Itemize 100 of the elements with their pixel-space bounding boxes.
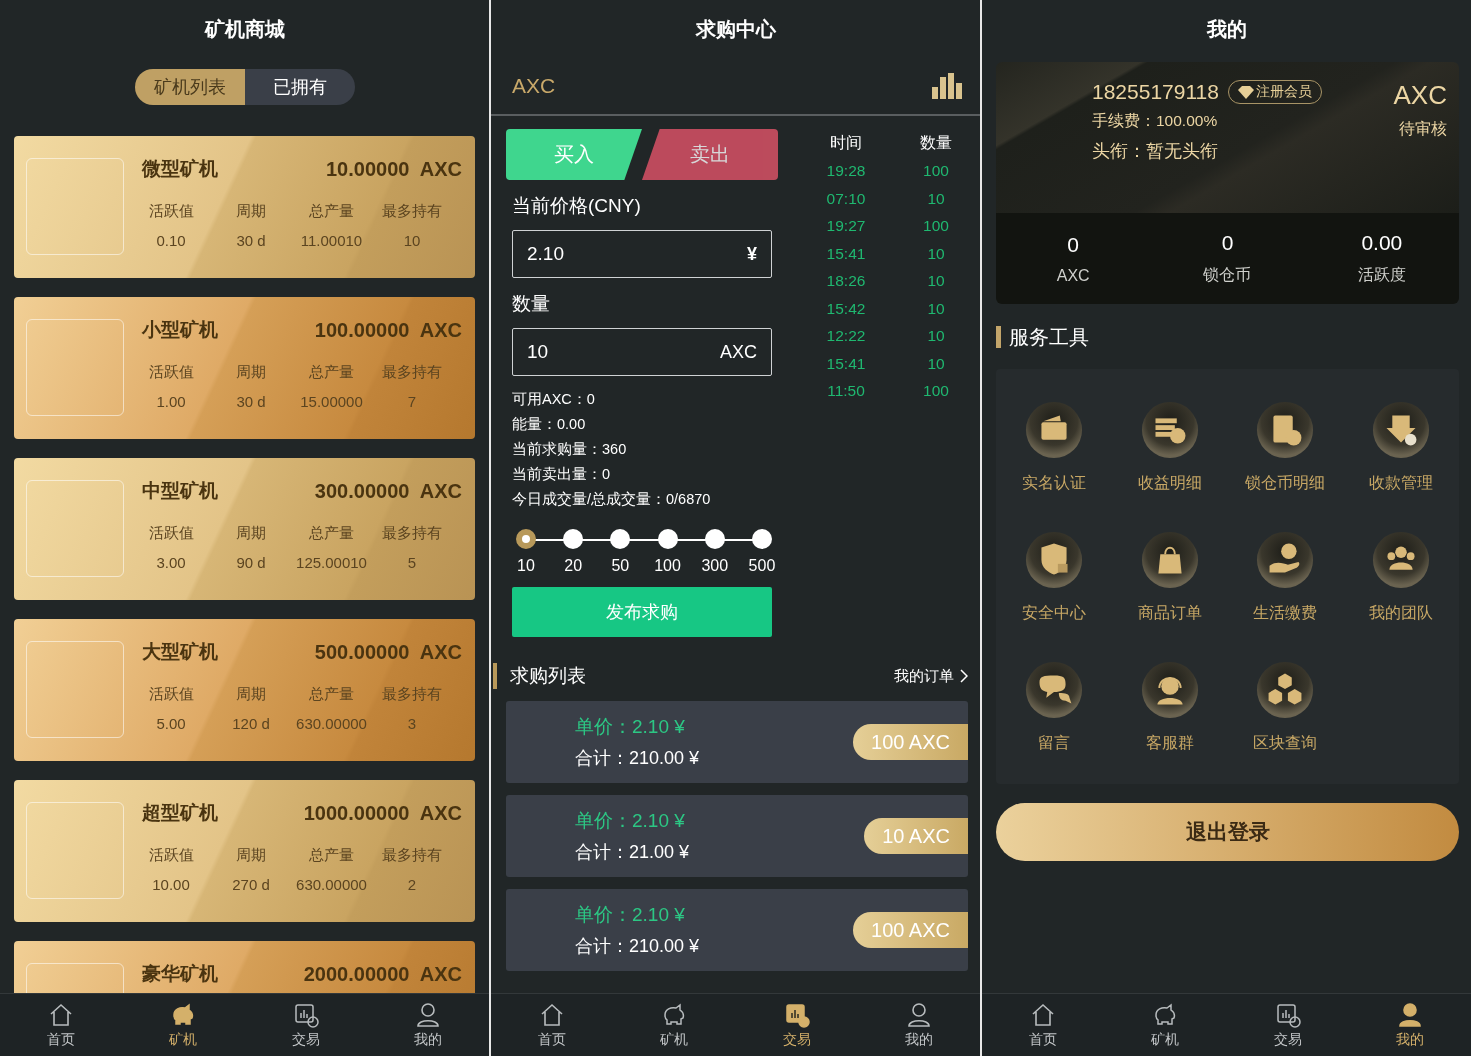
stat-value: 2 [406, 876, 418, 893]
nav-item[interactable]: 我的 [366, 994, 489, 1056]
stat-value: 0.10 [155, 232, 187, 249]
amount-field[interactable]: 10 AXC [512, 328, 772, 376]
section-title: 服务工具 [996, 326, 1089, 348]
tool-item[interactable]: 实名认证 [996, 401, 1112, 496]
table-cell-text: 100 [922, 161, 950, 181]
stat-value: 5 [406, 554, 418, 571]
stat-label: 最多持有 [381, 685, 443, 704]
order-total: 合计：21.00 ¥ [575, 841, 690, 864]
stat-label: 最多持有 [381, 363, 443, 382]
tool-item[interactable]: 安全中心 [996, 531, 1112, 626]
machine-card[interactable]: 大型矿机 500.00000 AXC 活跃值 周期 总产量 最多持有 5.00 120 d 630.00000 3 [14, 619, 475, 761]
bar-chart-icon[interactable] [932, 73, 962, 99]
machine-price: 10.00000 AXC [326, 157, 462, 181]
tool-item[interactable]: 留言 [996, 661, 1112, 756]
table-cell-text: 10 [926, 353, 946, 374]
nav-item[interactable]: 交易 [1226, 994, 1349, 1056]
download-icon [1372, 401, 1431, 459]
info-line: 当前卖出量：0 [512, 465, 612, 484]
stat-value: 30 d [235, 393, 267, 410]
tool-item[interactable]: 锁仓币明细 [1227, 401, 1344, 496]
stat-label: 最多持有 [381, 202, 443, 221]
amount-option[interactable]: 300 [694, 529, 735, 575]
nav-item[interactable]: 矿机 [613, 994, 736, 1056]
table-cell-text: 15:41 [825, 243, 867, 264]
stat-label: 周期 [235, 202, 267, 221]
nav-item[interactable]: 我的 [857, 994, 980, 1056]
stat-value: 630.00000 [295, 715, 368, 732]
stat-value: 3 [406, 715, 418, 732]
tool-item[interactable]: 我的团队 [1343, 531, 1459, 626]
tool-item[interactable]: 收款管理 [1343, 401, 1459, 496]
unit-price: 单价：2.10 ¥ [575, 715, 686, 739]
machine-card[interactable]: 豪华矿机 2000.00000 AXC [14, 941, 475, 993]
section-title: 求购列表 [493, 663, 586, 689]
stat-label: 周期 [235, 363, 267, 382]
stat-label: 周期 [235, 524, 267, 543]
nav-item[interactable]: 交易 [244, 994, 367, 1056]
amount-option[interactable]: 10 [506, 529, 546, 575]
bag-icon [1140, 531, 1199, 589]
amount-option[interactable]: 50 [600, 529, 641, 575]
machine-price: 500.00000 AXC [314, 640, 462, 664]
coin-name: AXC [1393, 80, 1447, 111]
table-cell-text: 07:10 [825, 188, 867, 209]
stat-value: 125.00010 [295, 554, 368, 571]
amount-option[interactable]: 20 [553, 529, 594, 575]
nav-item[interactable]: 矿机 [122, 994, 245, 1056]
tab[interactable]: 已拥有 [244, 69, 355, 105]
machine-price: 1000.00000 AXC [303, 801, 462, 825]
nav-item[interactable]: 首页 [0, 994, 123, 1056]
order-card[interactable]: 单价：2.10 ¥ 合计：210.00 ¥ 100 AXC [506, 889, 968, 971]
amount-option[interactable]: 500 [741, 529, 782, 575]
nav-item[interactable]: 我的 [1348, 994, 1471, 1056]
table-cell-text: 10 [926, 271, 946, 291]
unit-price: 单价：2.10 ¥ [575, 809, 686, 833]
nav-item[interactable]: 交易 [735, 994, 858, 1056]
price-field[interactable]: 2.10 ¥ [512, 230, 772, 278]
stat-label: 周期 [235, 685, 267, 704]
chat-icon [1024, 661, 1083, 719]
order-card[interactable]: 单价：2.10 ¥ 合计：21.00 ¥ 10 AXC [506, 795, 968, 877]
field-label: 当前价格(CNY) [512, 194, 642, 218]
table-cell-text: 19:28 [825, 161, 867, 181]
stat-value: 5.00 [155, 715, 187, 732]
machine-name: 微型矿机 [142, 157, 218, 181]
machine-price: 300.00000 AXC [314, 479, 462, 503]
nav-item[interactable]: 矿机 [1104, 994, 1227, 1056]
tool-item[interactable]: 商品订单 [1111, 531, 1228, 626]
machine-price: 2000.00000 AXC [303, 962, 462, 986]
column-header: 数量 [919, 133, 953, 153]
chart-icon [1274, 1001, 1301, 1028]
page-title: 矿机商城 [203, 17, 286, 42]
tool-item[interactable]: 生活缴费 [1227, 531, 1344, 626]
stat-value: 10 [402, 232, 422, 249]
amount-option[interactable]: 100 [647, 529, 688, 575]
machine-card[interactable]: 微型矿机 10.00000 AXC 活跃值 周期 总产量 最多持有 0.10 30 d 11.00010 10 [14, 136, 475, 278]
order-card[interactable]: 单价：2.10 ¥ 合计：210.00 ¥ 100 AXC [506, 701, 968, 783]
cubes-icon [1256, 661, 1315, 719]
stat-value: 30 d [235, 232, 267, 249]
table-cell-text: 12:22 [825, 326, 867, 346]
order-total: 合计：210.00 ¥ [575, 935, 700, 958]
table-cell-text: 19:27 [825, 216, 867, 236]
tool-item[interactable]: 区块查询 [1227, 661, 1344, 756]
machine-card[interactable]: 小型矿机 100.00000 AXC 活跃值 周期 总产量 最多持有 1.00 30 d 15.00000 7 [14, 297, 475, 439]
stat-value: 120 d [231, 715, 271, 732]
stat-value: 15.00000 [299, 393, 364, 410]
tab[interactable]: 矿机列表 [134, 69, 245, 105]
machine-card[interactable]: 超型矿机 1000.00000 AXC 活跃值 周期 总产量 最多持有 10.00 270 d 630.00000 2 [14, 780, 475, 922]
stat-value: 0 [1221, 231, 1234, 255]
nav-item[interactable]: 首页 [982, 994, 1105, 1056]
tool-item[interactable]: 收益明细 [1111, 401, 1228, 496]
machine-card[interactable]: 中型矿机 300.00000 AXC 活跃值 周期 总产量 最多持有 3.00 90 d 125.00010 5 [14, 458, 475, 600]
logout-button[interactable]: 退出登录 [996, 803, 1459, 861]
nav-item[interactable]: 首页 [491, 994, 614, 1056]
page-title: 求购中心 [694, 17, 777, 42]
rank-text: 头衔：暂无头衔 [1092, 140, 1219, 163]
machine-name: 中型矿机 [142, 479, 218, 503]
stat-label: 最多持有 [381, 524, 443, 543]
tool-item[interactable]: 客服群 [1111, 661, 1228, 756]
amount-badge: 10 AXC [864, 818, 968, 854]
my-orders-link[interactable]: 我的订单 [894, 666, 968, 686]
